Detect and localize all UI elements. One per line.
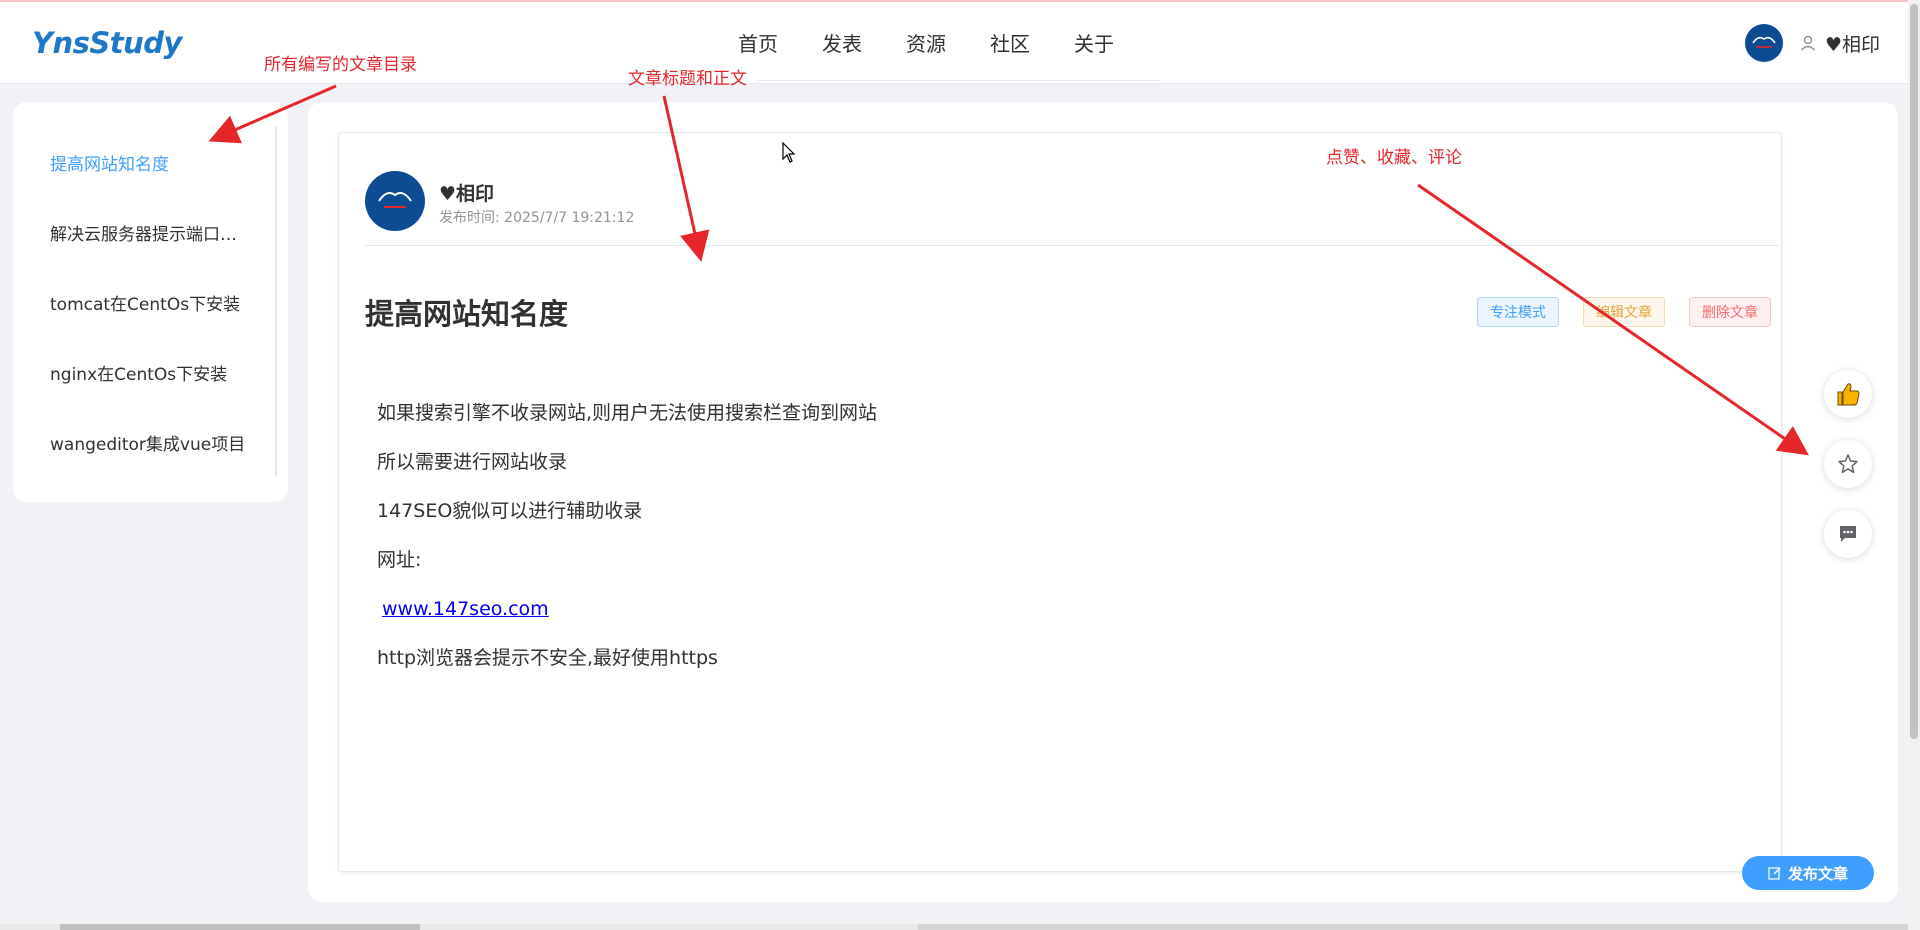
horizontal-scrollbar-thumb[interactable] [60, 924, 420, 930]
mouse-cursor-icon [782, 142, 796, 163]
vertical-scrollbar[interactable] [1908, 0, 1920, 930]
vertical-scrollbar-thumb[interactable] [1910, 4, 1918, 739]
horizontal-scrollbar-track-segment [918, 924, 1908, 930]
arrow-to-actions [1417, 183, 1809, 456]
arrow-to-sidebar [208, 84, 337, 144]
annotation-arrows [208, 84, 1809, 456]
arrow-to-title [662, 95, 710, 262]
